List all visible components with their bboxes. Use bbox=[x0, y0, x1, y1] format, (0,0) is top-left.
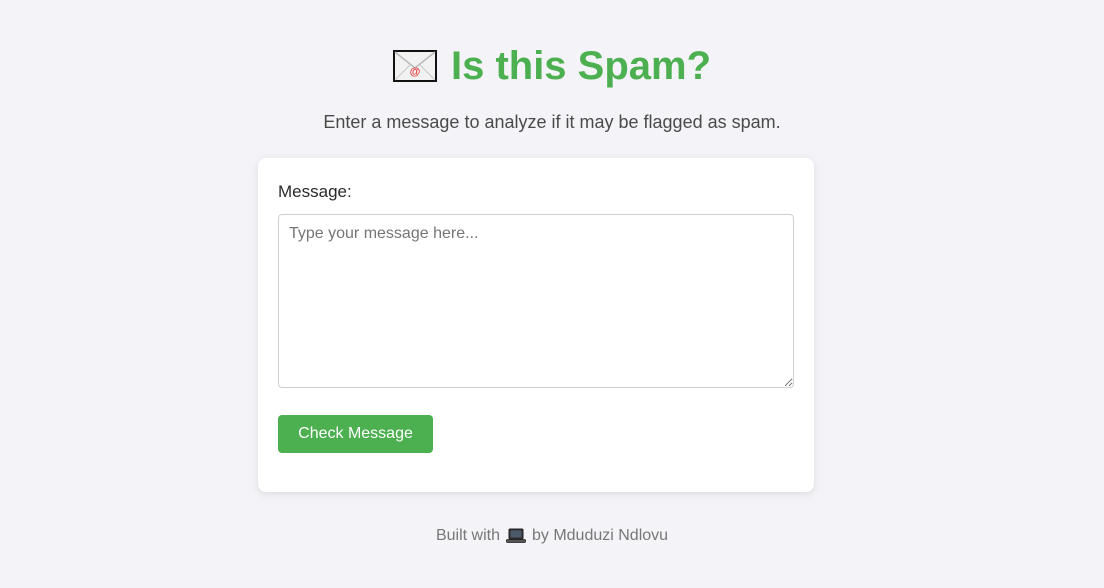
page-title: Is this Spam? bbox=[450, 44, 712, 88]
message-input[interactable] bbox=[278, 214, 794, 388]
page: @ Is this Spam? Enter a message to analy… bbox=[0, 0, 1104, 588]
laptop-icon bbox=[506, 528, 526, 544]
header: @ Is this Spam? bbox=[0, 40, 1104, 92]
title-group: @ Is this Spam? bbox=[392, 40, 712, 92]
svg-text:@: @ bbox=[410, 66, 421, 78]
message-label: Message: bbox=[278, 182, 352, 201]
footer-credit: Built with by Mduduzi Ndlovu bbox=[436, 525, 668, 547]
page-subtitle: Enter a message to analyze if it may be … bbox=[323, 112, 781, 132]
footer-author: by Mduduzi Ndlovu bbox=[531, 527, 669, 544]
footer-prefix: Built with bbox=[435, 527, 500, 544]
message-card: Message: Check Message bbox=[258, 158, 814, 492]
footer: Built with by Mduduzi Ndlovu bbox=[0, 525, 1104, 547]
envelope-icon: @ bbox=[392, 50, 437, 82]
check-message-button[interactable]: Check Message bbox=[278, 415, 433, 453]
